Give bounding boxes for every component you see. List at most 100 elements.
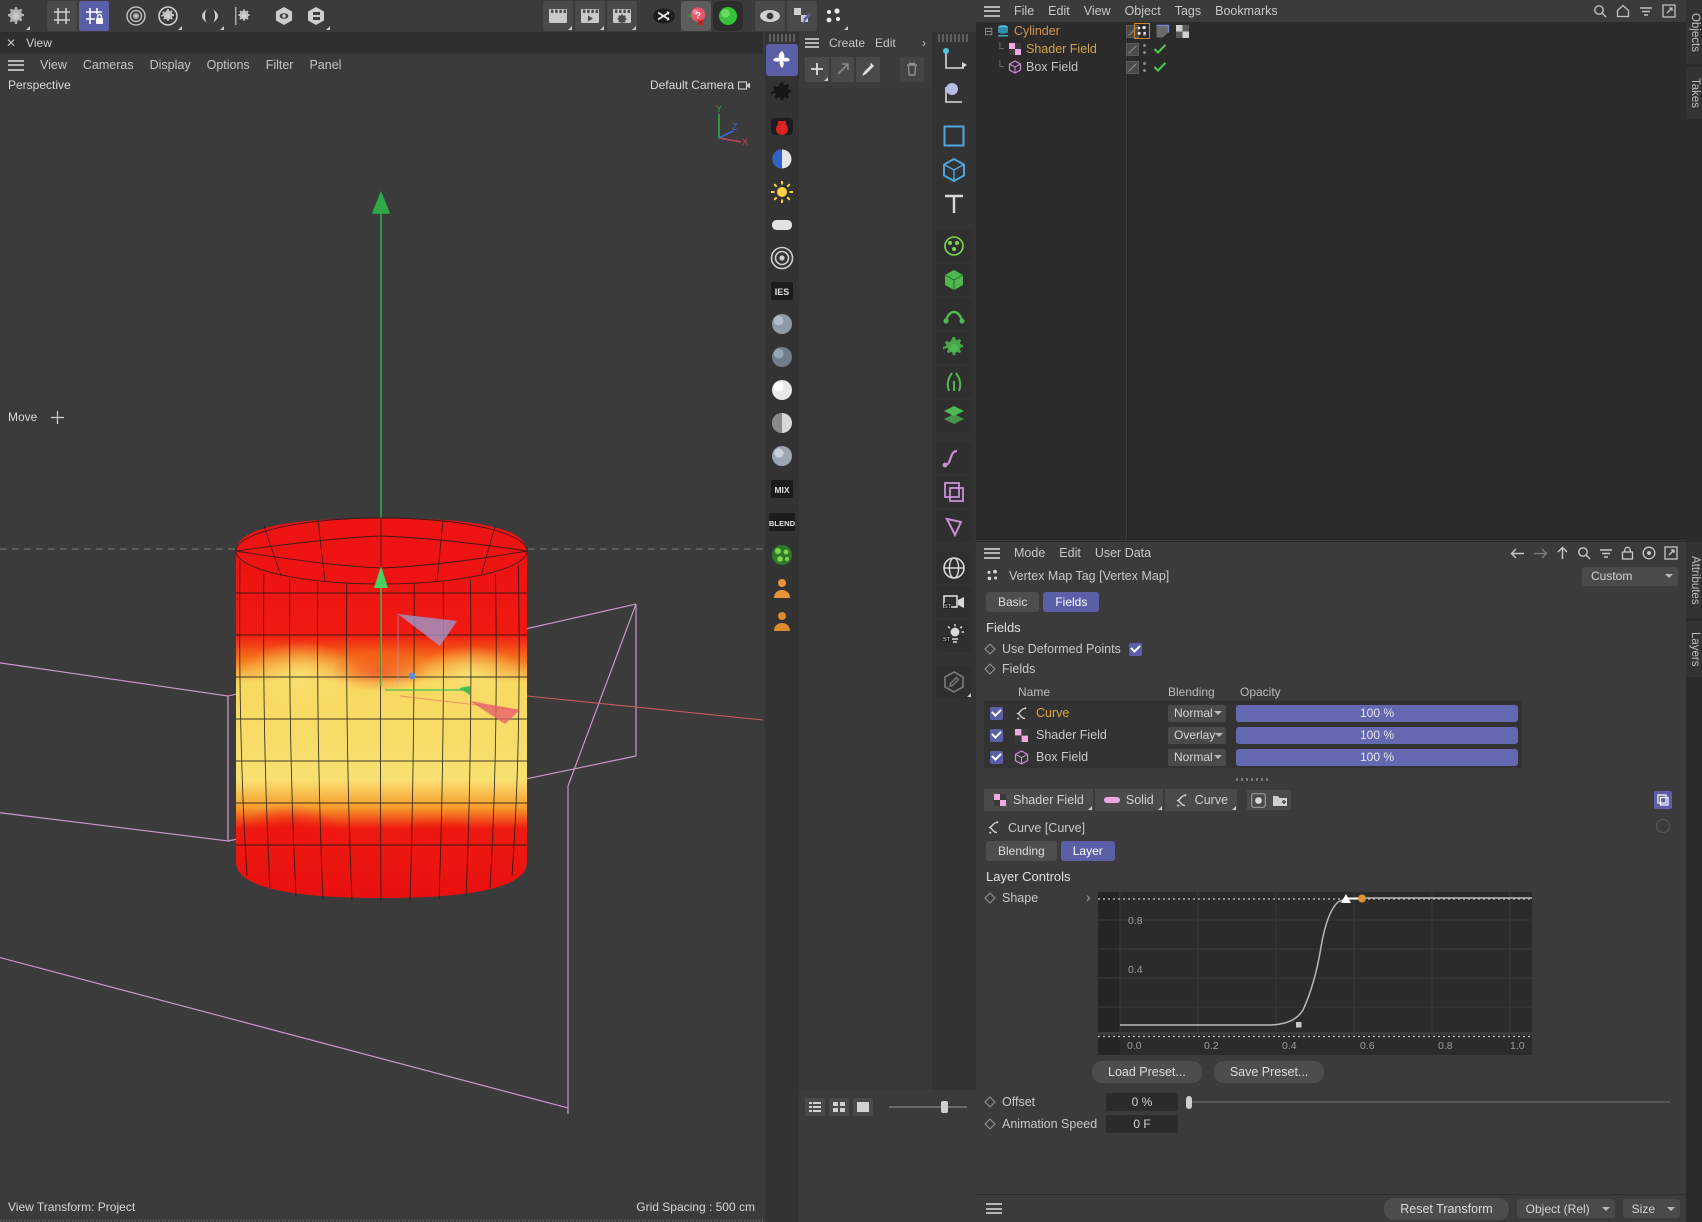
drag-handle-2[interactable] [938, 34, 970, 42]
target-icon[interactable] [1642, 546, 1656, 560]
viewport-menu-display[interactable]: Display [150, 58, 191, 72]
object-menu-bookmarks[interactable]: Bookmarks [1215, 4, 1278, 18]
green-cube-icon[interactable] [936, 264, 972, 296]
curve-graph-svg[interactable]: 0.8 0.4 [1098, 892, 1532, 1032]
material-size-slider[interactable] [889, 1100, 967, 1114]
clapper-icon[interactable] [543, 1, 573, 31]
grid-icon[interactable] [47, 1, 77, 31]
object-menu-edit[interactable]: Edit [1048, 4, 1070, 18]
arrow-right-icon[interactable] [1533, 547, 1548, 560]
eye-icon[interactable] [755, 1, 785, 31]
filter-icon[interactable] [1639, 4, 1653, 18]
gear-small-icon[interactable] [227, 1, 257, 31]
tab-basic[interactable]: Basic [986, 592, 1040, 612]
offset-slider[interactable] [1186, 1093, 1670, 1111]
cube-blue-icon[interactable] [936, 154, 972, 186]
layer-options-icon[interactable] [1656, 819, 1670, 833]
annotation-icon[interactable] [936, 666, 972, 698]
sphere-material-3-icon[interactable] [766, 374, 798, 406]
close-icon[interactable]: ✕ [6, 36, 16, 50]
table-row[interactable]: Shader Field Overlay 100 % [984, 724, 1522, 746]
pin-checker-icon[interactable] [787, 1, 817, 31]
attribute-menu-mode[interactable]: Mode [1014, 546, 1045, 560]
viewport-canvas[interactable]: Perspective Default Camera Move View Tra… [0, 76, 763, 1222]
character-orange-icon[interactable] [766, 572, 798, 604]
viewport-menu-panel[interactable]: Panel [309, 58, 341, 72]
material-menu-edit[interactable]: Edit [875, 36, 896, 50]
sphere-material-icon[interactable] [766, 308, 798, 340]
property-diamond-icon[interactable] [984, 643, 996, 655]
vertex-map-tag[interactable] [1134, 23, 1150, 39]
symmetry-icon[interactable] [195, 1, 225, 31]
area-light-icon[interactable] [766, 209, 798, 241]
text-tool-icon[interactable] [936, 188, 972, 220]
animation-speed-input[interactable]: 0 F [1106, 1115, 1178, 1133]
blending-combo-box-field[interactable]: Normal [1168, 748, 1226, 766]
layer-preview-button[interactable] [1654, 791, 1672, 809]
opacity-slider-curve[interactable]: 100 % [1236, 704, 1518, 722]
property-diamond-icon-3[interactable] [984, 892, 996, 904]
apply-material-button[interactable] [830, 56, 855, 82]
search-icon[interactable] [1593, 4, 1607, 18]
drag-handle[interactable] [769, 34, 795, 42]
material-menu-create[interactable]: Create [829, 36, 865, 50]
layers-green-icon[interactable] [936, 400, 972, 432]
target-light-icon[interactable] [766, 242, 798, 274]
hair-icon[interactable] [936, 366, 972, 398]
property-diamond-icon-4[interactable] [984, 1096, 996, 1108]
arrow-left-icon[interactable] [1510, 547, 1525, 560]
move-axis-icon[interactable] [936, 44, 972, 76]
object-menu-object[interactable]: Object [1125, 4, 1161, 18]
clapper-play-icon[interactable] [575, 1, 605, 31]
large-view-button[interactable] [853, 1098, 873, 1116]
gear-circle-icon[interactable] [153, 1, 183, 31]
blending-combo-curve[interactable]: Normal [1168, 704, 1226, 722]
plane-purple-icon[interactable] [936, 476, 972, 508]
material-menu-overflow[interactable]: › [922, 36, 932, 50]
visibility-dot-icon-2[interactable] [1126, 42, 1139, 56]
viewport-menu-icon[interactable] [8, 59, 24, 71]
enabled-check-icon-2[interactable] [1153, 61, 1167, 73]
save-preset-button[interactable]: Save Preset... [1213, 1061, 1325, 1083]
record-layer-button[interactable] [1247, 790, 1270, 810]
blend-node-icon[interactable]: BLEND [766, 506, 798, 538]
tab-layers[interactable]: Layers [1686, 621, 1702, 677]
material-list[interactable] [799, 88, 932, 1090]
visibility-dots-icon-2[interactable] [1142, 42, 1147, 56]
viewport-menu-cameras[interactable]: Cameras [83, 58, 134, 72]
deformer-icon[interactable] [766, 44, 798, 76]
stage-light-icon[interactable]: ST [936, 620, 972, 652]
grid-view-button[interactable] [829, 1098, 849, 1116]
visibility-dot-icon-3[interactable] [1126, 60, 1139, 74]
visibility-dots-icon-3[interactable] [1142, 60, 1147, 74]
hex-eye-icon[interactable] [269, 1, 299, 31]
list-view-button[interactable] [805, 1098, 825, 1116]
sphere-material-4-icon[interactable] [766, 407, 798, 439]
object-menu-icon[interactable] [984, 5, 1000, 17]
transform-mode-combo[interactable]: Object (Rel) [1516, 1199, 1615, 1218]
object-row-cylinder[interactable]: ⊟ Cylinder [976, 22, 1686, 40]
grid-lock-icon[interactable] [79, 1, 109, 31]
opacity-slider-box-field[interactable]: 100 % [1236, 748, 1518, 766]
global-sim-icon[interactable] [936, 552, 972, 584]
deform-icon[interactable] [936, 298, 972, 330]
add-material-button[interactable] [805, 56, 829, 82]
pick-material-button[interactable] [856, 56, 881, 82]
mix-node-icon[interactable]: MIX [766, 473, 798, 505]
blending-combo-shader-field[interactable]: Overlay [1168, 726, 1226, 744]
sun-light-icon[interactable] [766, 176, 798, 208]
table-row[interactable]: Box Field Normal 100 % [984, 746, 1522, 768]
preset-combo[interactable]: Custom [1582, 566, 1678, 586]
row-checkbox-shader-field[interactable] [989, 728, 1003, 742]
help-ball-icon[interactable]: ? [681, 1, 711, 31]
material-menu-icon[interactable] [805, 38, 819, 48]
property-diamond-icon-5[interactable] [984, 1118, 996, 1130]
enabled-check-icon[interactable] [1153, 43, 1167, 55]
load-preset-button[interactable]: Load Preset... [1092, 1061, 1202, 1083]
stage-camera-icon[interactable]: ST [936, 586, 972, 618]
object-menu-tags[interactable]: Tags [1175, 4, 1201, 18]
polygon-purple-icon[interactable] [936, 510, 972, 542]
camera-red-icon[interactable] [766, 110, 798, 142]
green-ball-icon[interactable] [713, 1, 743, 31]
filter-icon-2[interactable] [1599, 546, 1613, 560]
